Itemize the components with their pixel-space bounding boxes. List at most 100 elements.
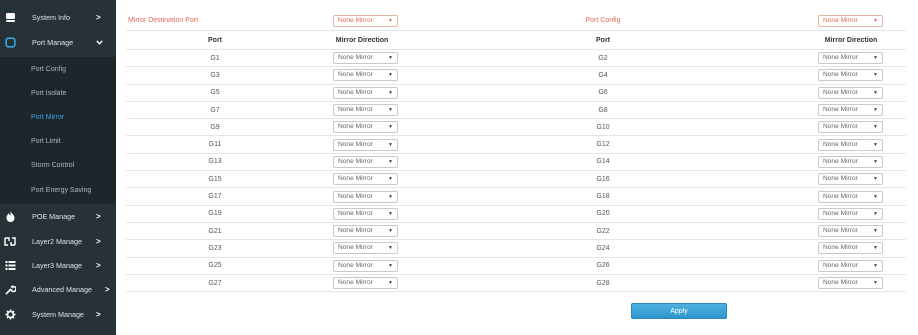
mirror-direction-select[interactable]: None Mirror ▼ <box>333 242 398 255</box>
sidebar-subitem-port-config[interactable]: Port Config <box>0 57 116 81</box>
caret-down-icon: ▼ <box>873 210 878 217</box>
sidebar-item-label: Layer2 Manage <box>32 237 82 246</box>
port-name-cell: G10 <box>596 123 610 131</box>
sidebar-item-layer2-manage[interactable]: Layer2 Manage > <box>0 229 116 254</box>
chevron-right-icon: > <box>96 212 101 221</box>
caret-down-icon: ▼ <box>873 280 878 287</box>
column-header-port: Port <box>596 36 610 44</box>
caret-down-icon: ▼ <box>388 55 393 62</box>
mirror-direction-select[interactable]: None Mirror ▼ <box>818 173 883 186</box>
mirror-direction-select[interactable]: None Mirror ▼ <box>333 259 398 272</box>
mirror-direction-select[interactable]: None Mirror ▼ <box>333 207 398 220</box>
mirror-direction-select[interactable]: None Mirror ▼ <box>333 86 398 99</box>
chevron-down-icon <box>96 38 103 47</box>
caret-down-icon: ▼ <box>388 124 393 131</box>
port-name-cell: G16 <box>596 175 610 183</box>
table-row: G13 None Mirror ▼ G14 None Mirror ▼ <box>126 154 906 172</box>
mirror-direction-select[interactable]: None Mirror ▼ <box>818 242 883 255</box>
mirror-direction-select[interactable]: None Mirror ▼ <box>333 104 398 117</box>
sidebar-subitem-port-mirror[interactable]: Port Mirror <box>0 105 116 129</box>
caret-down-icon: ▼ <box>388 17 393 24</box>
port-config-select[interactable]: None Mirror ▼ <box>818 14 883 27</box>
caret-down-icon: ▼ <box>873 176 878 183</box>
caret-down-icon: ▼ <box>388 280 393 287</box>
sidebar-item-label: Advanced Manage <box>32 285 92 294</box>
caret-down-icon: ▼ <box>873 262 878 269</box>
caret-down-icon: ▼ <box>873 55 878 62</box>
mirror-direction-select[interactable]: None Mirror ▼ <box>333 173 398 186</box>
mirror-direction-select[interactable]: None Mirror ▼ <box>818 86 883 99</box>
port-name-cell: G22 <box>596 227 610 235</box>
square-icon <box>4 37 16 49</box>
mirror-config-row: Mirror Destination Port None Mirror ▼ Por… <box>126 11 906 31</box>
mirror-direction-select[interactable]: None Mirror ▼ <box>333 69 398 82</box>
caret-down-icon: ▼ <box>388 158 393 165</box>
caret-down-icon: ▼ <box>873 17 878 24</box>
chevron-right-icon: > <box>96 261 101 270</box>
mirror-direction-select[interactable]: None Mirror ▼ <box>818 69 883 82</box>
mirror-destination-port-select[interactable]: None Mirror ▼ <box>333 14 398 27</box>
port-name-cell: G2 <box>598 54 608 62</box>
mirror-direction-select[interactable]: None Mirror ▼ <box>333 225 398 238</box>
sidebar: System Info > Port Manage Port Config Po… <box>0 0 116 335</box>
table-header: Port Mirror Direction Port Mirror Direct… <box>126 31 906 50</box>
mirror-direction-select[interactable]: None Mirror ▼ <box>333 52 398 65</box>
table-row: G9 None Mirror ▼ G10 None Mirror ▼ <box>126 119 906 137</box>
port-name-cell: G25 <box>208 262 222 270</box>
sidebar-item-label: System Manage <box>32 310 84 319</box>
mirror-direction-select[interactable]: None Mirror ▼ <box>818 121 883 134</box>
mirror-direction-select[interactable]: None Mirror ▼ <box>818 190 883 203</box>
chevron-right-icon: > <box>96 13 101 22</box>
port-name-cell: G14 <box>596 158 610 166</box>
caret-down-icon: ▼ <box>388 89 393 96</box>
table-row: G21 None Mirror ▼ G22 None Mirror ▼ <box>126 223 906 241</box>
port-name-cell: G12 <box>596 141 610 149</box>
mirror-direction-select[interactable]: None Mirror ▼ <box>333 190 398 203</box>
sidebar-item-poe-manage[interactable]: POE Manage > <box>0 204 116 229</box>
mirror-direction-select[interactable]: None Mirror ▼ <box>818 52 883 65</box>
sidebar-subitem-port-isolate[interactable]: Port Isolate <box>0 81 116 105</box>
caret-down-icon: ▼ <box>873 124 878 131</box>
wrench-icon <box>4 284 16 296</box>
port-name-cell: G26 <box>596 262 610 270</box>
port-name-cell: G19 <box>208 210 222 218</box>
caret-down-icon: ▼ <box>388 210 393 217</box>
sidebar-item-port-manage[interactable]: Port Manage <box>0 30 116 55</box>
mirror-direction-select[interactable]: None Mirror ▼ <box>333 138 398 151</box>
layer2-icon <box>4 236 16 248</box>
sidebar-subitem-storm-control[interactable]: Storm Control <box>0 153 116 177</box>
mirror-direction-select[interactable]: None Mirror ▼ <box>333 155 398 168</box>
port-name-cell: G3 <box>210 71 220 79</box>
column-header-mirror-direction: Mirror Direction <box>335 36 389 44</box>
table-row: G23 None Mirror ▼ G24 None Mirror ▼ <box>126 240 906 258</box>
mirror-destination-port-label: Mirror Destination Port <box>128 17 199 24</box>
mirror-direction-select[interactable]: None Mirror ▼ <box>818 277 883 290</box>
sidebar-item-system-info[interactable]: System Info > <box>0 5 116 30</box>
sidebar-subitem-port-limit[interactable]: Port Limit <box>0 129 116 153</box>
mirror-direction-select[interactable]: None Mirror ▼ <box>818 259 883 272</box>
sidebar-item-advanced-manage[interactable]: Advanced Manage > <box>0 277 116 302</box>
port-name-cell: G4 <box>598 71 608 79</box>
sidebar-subitem-port-energy-saving[interactable]: Port Energy Saving <box>0 177 116 204</box>
port-name-cell: G15 <box>208 175 222 183</box>
caret-down-icon: ▼ <box>873 158 878 165</box>
sidebar-item-system-manage[interactable]: System Manage > <box>0 302 116 327</box>
port-name-cell: G6 <box>598 89 608 97</box>
mirror-direction-select[interactable]: None Mirror ▼ <box>333 277 398 290</box>
mirror-direction-select[interactable]: None Mirror ▼ <box>818 155 883 168</box>
sidebar-item-label: System Info <box>32 13 70 22</box>
mirror-direction-select[interactable]: None Mirror ▼ <box>818 104 883 117</box>
port-name-cell: G9 <box>210 123 220 131</box>
sidebar-item-layer3-manage[interactable]: Layer3 Manage > <box>0 253 116 278</box>
caret-down-icon: ▼ <box>873 72 878 79</box>
gear-icon <box>4 309 16 321</box>
port-name-cell: G28 <box>596 279 610 287</box>
mirror-direction-select[interactable]: None Mirror ▼ <box>818 225 883 238</box>
apply-button[interactable]: Apply <box>631 303 727 319</box>
caret-down-icon: ▼ <box>388 72 393 79</box>
mirror-direction-select[interactable]: None Mirror ▼ <box>818 138 883 151</box>
mirror-direction-select[interactable]: None Mirror ▼ <box>818 207 883 220</box>
caret-down-icon: ▼ <box>388 228 393 235</box>
table-row: G1 None Mirror ▼ G2 None Mirror ▼ <box>126 50 906 68</box>
mirror-direction-select[interactable]: None Mirror ▼ <box>333 121 398 134</box>
